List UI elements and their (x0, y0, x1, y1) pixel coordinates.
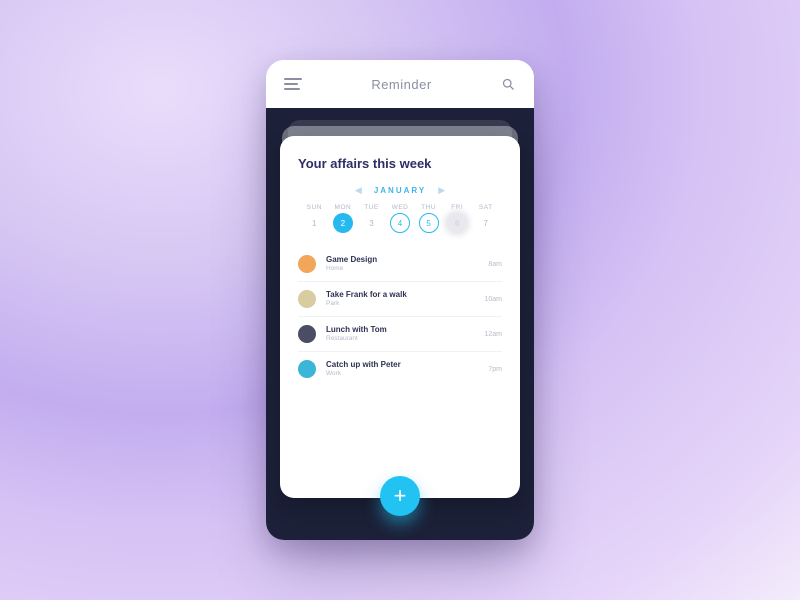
event-subtitle: Home (326, 265, 478, 272)
event-list: Game DesignHome 8am Take Frank for a walkP… (298, 247, 502, 386)
search-icon[interactable] (501, 77, 516, 92)
list-item[interactable]: Lunch with TomRestaurant 12am (298, 317, 502, 352)
content-area: Your affairs this week ◀ JANUARY ▶ SUN M… (266, 108, 534, 540)
event-time: 7pm (488, 366, 502, 373)
weekday-label: SUN (300, 204, 329, 211)
prev-month-icon[interactable]: ◀ (355, 185, 362, 196)
day-cell[interactable]: 7 (476, 213, 496, 233)
card-title: Your affairs this week (298, 156, 502, 171)
day-row: 1234567 (298, 213, 502, 233)
weekday-label: MON (329, 204, 358, 211)
list-item[interactable]: Game DesignHome 8am (298, 247, 502, 282)
avatar (298, 325, 316, 343)
next-month-icon[interactable]: ▶ (438, 185, 445, 196)
weekday-row: SUN MON TUE WED THU FRI SAT (298, 204, 502, 211)
event-subtitle: Work (326, 370, 478, 377)
day-cell[interactable]: 1 (304, 213, 324, 233)
day-cell[interactable]: 2 (333, 213, 353, 233)
event-title: Catch up with Peter (326, 361, 478, 370)
avatar (298, 290, 316, 308)
page-title: Reminder (302, 77, 501, 92)
week-card: Your affairs this week ◀ JANUARY ▶ SUN M… (280, 136, 520, 498)
event-subtitle: Park (326, 300, 474, 307)
event-title: Game Design (326, 256, 478, 265)
event-time: 8am (488, 261, 502, 268)
event-time: 10am (484, 296, 502, 303)
avatar (298, 360, 316, 378)
avatar (298, 255, 316, 273)
weekday-label: SAT (471, 204, 500, 211)
phone-frame: Reminder Your affairs this week ◀ JANUAR… (266, 60, 534, 540)
day-cell[interactable]: 3 (361, 213, 381, 233)
list-item[interactable]: Catch up with PeterWork 7pm (298, 352, 502, 386)
weekday-label: THU (414, 204, 443, 211)
menu-icon[interactable] (284, 78, 302, 90)
add-button[interactable]: + (380, 476, 420, 516)
app-header: Reminder (266, 60, 534, 108)
event-time: 12am (484, 331, 502, 338)
day-cell[interactable]: 6 (447, 213, 467, 233)
weekday-label: FRI (443, 204, 472, 211)
weekday-label: TUE (357, 204, 386, 211)
day-cell[interactable]: 5 (419, 213, 439, 233)
day-cell[interactable]: 4 (390, 213, 410, 233)
month-label: JANUARY (374, 186, 426, 195)
event-title: Lunch with Tom (326, 326, 474, 335)
list-item[interactable]: Take Frank for a walkPark 10am (298, 282, 502, 317)
event-title: Take Frank for a walk (326, 291, 474, 300)
weekday-label: WED (386, 204, 415, 211)
event-subtitle: Restaurant (326, 335, 474, 342)
